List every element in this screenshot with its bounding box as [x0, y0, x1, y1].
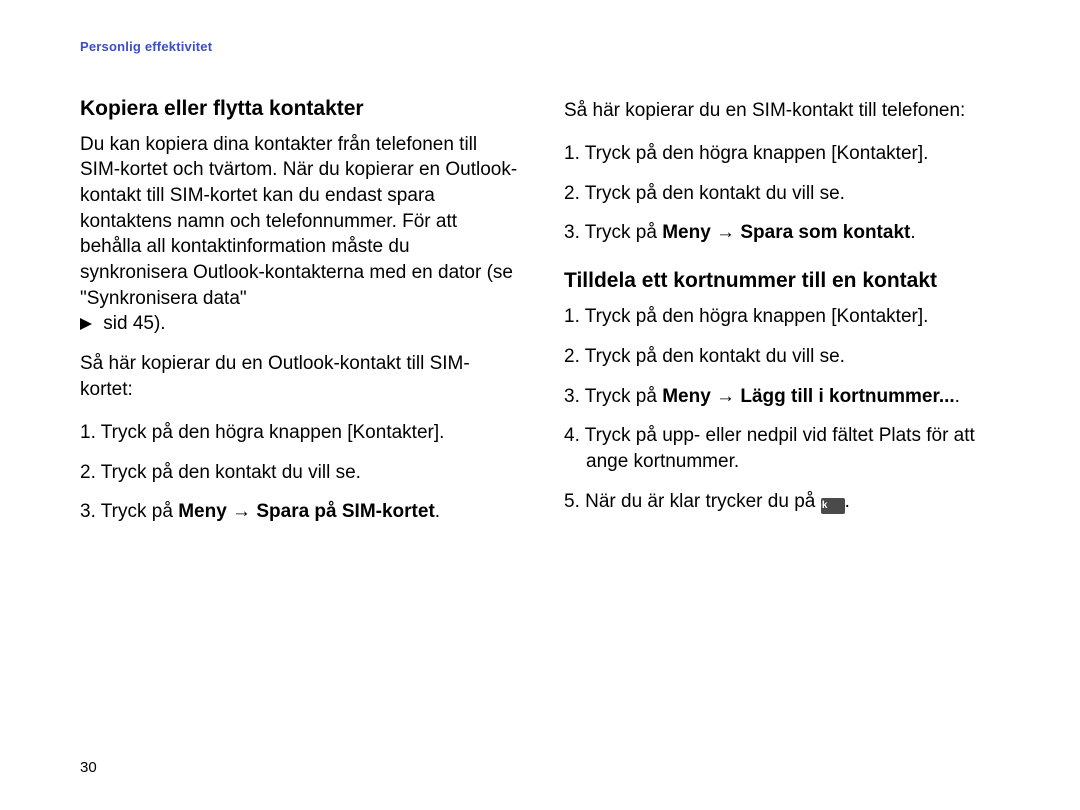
action-label: Lägg till i kortnummer...: [740, 386, 954, 407]
steps-speed-dial: 1. Tryck på den högra knappen [Kontakter…: [564, 304, 1004, 514]
two-column-layout: Kopiera eller flytta kontakter Du kan ko…: [80, 96, 1018, 540]
step-text: Tryck på den högra knappen [Kontakter].: [101, 422, 445, 443]
step-punct: .: [845, 491, 850, 512]
list-item: 3. Tryck på Meny → Lägg till i kortnumme…: [564, 384, 1004, 410]
body-tail: sid 45).: [98, 313, 166, 334]
list-item: 1. Tryck på den högra knappen [Kontakter…: [80, 420, 520, 446]
step-text-prefix: Tryck på: [101, 501, 178, 522]
list-item: 4. Tryck på upp- eller nedpil vid fältet…: [564, 423, 1004, 474]
menu-label: Meny: [178, 501, 227, 522]
step-text: Tryck på den kontakt du vill se.: [585, 183, 845, 204]
list-item: 5. När du är klar trycker du på ok.: [564, 489, 1004, 515]
arrow-sep: →: [711, 222, 741, 243]
ok-icon: ok: [821, 498, 845, 514]
step-text-prefix: Tryck på: [585, 386, 662, 407]
action-label: Spara på SIM-kortet: [256, 501, 434, 522]
list-item: 2. Tryck på den kontakt du vill se.: [564, 344, 1004, 370]
page-number: 30: [80, 758, 97, 778]
list-item: 1. Tryck på den högra knappen [Kontakter…: [564, 141, 1004, 167]
list-item: 2. Tryck på den kontakt du vill se.: [564, 181, 1004, 207]
step-punct: .: [955, 386, 960, 407]
step-text: Tryck på upp- eller nedpil vid fältet Pl…: [585, 425, 975, 472]
steps-sim-to-phone: 1. Tryck på den högra knappen [Kontakter…: [564, 141, 1004, 246]
manual-page: Personlig effektivitet Kopiera eller fly…: [0, 0, 1080, 810]
step-text-prefix: Tryck på: [585, 222, 662, 243]
step-punct: .: [910, 222, 915, 243]
arrow-sep: →: [711, 386, 741, 407]
step-text: Tryck på den högra knappen [Kontakter].: [585, 143, 929, 164]
step-punct: .: [435, 501, 440, 522]
left-column: Kopiera eller flytta kontakter Du kan ko…: [80, 96, 520, 540]
list-item: 3. Tryck på Meny → Spara på SIM-kortet.: [80, 499, 520, 525]
heading-speed-dial: Tilldela ett kortnummer till en kontakt: [564, 268, 1004, 294]
list-item: 1. Tryck på den högra knappen [Kontakter…: [564, 304, 1004, 330]
right-arrow-icon: [80, 313, 98, 334]
intro-sim-to-phone: Så här kopierar du en SIM-kontakt till t…: [564, 98, 1004, 124]
right-column: Så här kopierar du en SIM-kontakt till t…: [564, 96, 1004, 540]
step-text: Tryck på den kontakt du vill se.: [101, 462, 361, 483]
menu-label: Meny: [662, 386, 711, 407]
steps-outlook-to-sim: 1. Tryck på den högra knappen [Kontakter…: [80, 420, 520, 525]
intro-outlook-to-sim: Så här kopierar du en Outlook-kontakt ti…: [80, 351, 520, 402]
heading-copy-move-contacts: Kopiera eller flytta kontakter: [80, 96, 520, 122]
running-head: Personlig effektivitet: [80, 38, 1018, 56]
list-item: 2. Tryck på den kontakt du vill se.: [80, 460, 520, 486]
body-main: Du kan kopiera dina kontakter från telef…: [80, 134, 517, 309]
step-text: Tryck på den kontakt du vill se.: [585, 346, 845, 367]
arrow-sep: →: [227, 501, 257, 522]
body-text: Du kan kopiera dina kontakter från telef…: [80, 132, 520, 337]
action-label: Spara som kontakt: [740, 222, 910, 243]
list-item: 3. Tryck på Meny → Spara som kontakt.: [564, 220, 1004, 246]
step-text-prefix: När du är klar trycker du på: [585, 491, 820, 512]
menu-label: Meny: [662, 222, 711, 243]
step-text: Tryck på den högra knappen [Kontakter].: [585, 306, 929, 327]
